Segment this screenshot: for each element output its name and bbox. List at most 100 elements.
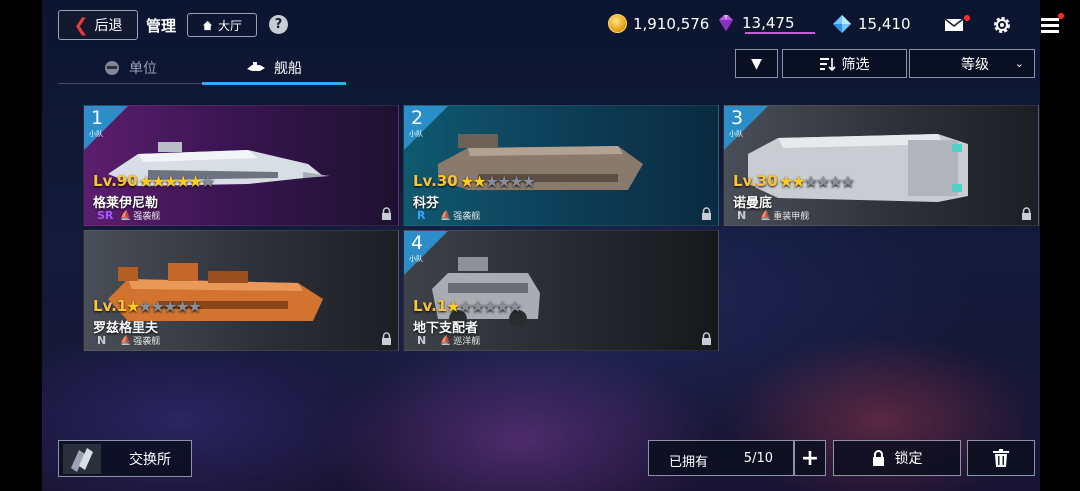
ship-card[interactable]: 1 小队 Lv.90 ★★★★★★ 格莱伊尼勒 SR ⛵ 强袭舰 <box>83 105 399 226</box>
star-empty-icon: ★ <box>828 172 842 191</box>
gold-coin-icon <box>608 14 627 33</box>
chevron-down-icon: ⌄ <box>1014 57 1024 70</box>
filter-label: 筛选 <box>841 56 870 73</box>
star-filled-icon: ★ <box>791 172 805 191</box>
ship-card[interactable]: 4 小队 Lv.1 ★★★★★★ 地下支配者 N ⛵ 巡洋舰 <box>403 230 719 351</box>
ship-management-screen: ❮ 后退 管理 大厅 ? 1,910,576 13,475 15,410 单位 … <box>0 0 1080 491</box>
star-filled-icon: ★ <box>460 172 474 191</box>
delete-button[interactable] <box>967 440 1035 476</box>
ship-image <box>438 134 643 190</box>
ship-icon <box>247 62 265 71</box>
star-empty-icon: ★ <box>458 297 472 316</box>
ship-card[interactable]: 2 小队 Lv.30 ★★★★★★ 科芬 R ⛵ 强袭舰 <box>403 105 719 226</box>
star-empty-icon: ★ <box>150 297 165 316</box>
back-chevron-icon: ❮ <box>73 14 89 36</box>
sort-order-button[interactable]: ▼ <box>735 49 778 78</box>
star-rating: ★★★★★★ <box>446 297 522 316</box>
tab-units-label: 单位 <box>129 61 157 77</box>
star-filled-icon: ★ <box>126 297 140 316</box>
mail-alert-dot <box>964 15 970 21</box>
rarity-badge: N <box>97 334 107 347</box>
lock-icon[interactable] <box>701 332 712 345</box>
crystal-underline <box>745 32 815 34</box>
category-tabs: 单位 舰船 <box>58 54 346 85</box>
tab-units[interactable]: 单位 <box>58 54 202 82</box>
star-empty-icon: ★ <box>175 297 189 316</box>
exchange-button[interactable]: 交换所 <box>58 440 192 477</box>
star-filled-icon: ★ <box>151 172 165 191</box>
ship-level: Lv.30 <box>413 172 458 190</box>
ship-type: ⛵ 强袭舰 <box>120 334 161 348</box>
star-filled-icon: ★ <box>779 172 793 191</box>
star-empty-icon: ★ <box>521 172 536 191</box>
star-filled-icon: ★ <box>163 172 178 191</box>
help-button[interactable]: ? <box>269 15 288 34</box>
back-button[interactable]: ❮ 后退 <box>58 10 138 40</box>
blue-diamond-icon <box>833 15 851 33</box>
owned-count: 5/10 <box>743 451 773 466</box>
plus-icon: + <box>800 445 820 471</box>
ship-image <box>748 134 968 202</box>
owned-capacity: 已拥有 5/10 <box>648 440 794 476</box>
rarity-badge: N <box>737 209 747 222</box>
star-empty-icon: ★ <box>840 172 855 191</box>
ship-type-label: 强袭舰 <box>133 337 161 347</box>
ship-image <box>108 142 330 186</box>
star-empty-icon: ★ <box>163 297 177 316</box>
star-rating: ★★★★★★ <box>779 172 855 191</box>
tab-ships[interactable]: 舰船 <box>202 54 346 85</box>
lobby-label: 大厅 <box>217 18 242 33</box>
sort-by-dropdown[interactable]: 等级 ⌄ <box>909 49 1035 78</box>
ship-type: ⛵ 重装甲舰 <box>760 209 809 223</box>
star-empty-icon: ★ <box>200 172 215 191</box>
rarity-badge: R <box>417 209 426 222</box>
lock-icon[interactable] <box>1021 207 1032 220</box>
mail-icon[interactable] <box>944 15 964 35</box>
crystal-counter[interactable]: 13,475 <box>716 14 795 32</box>
gold-counter[interactable]: 1,910,576 <box>608 14 709 33</box>
star-filled-icon: ★ <box>188 172 202 191</box>
ship-level: Lv.30 <box>733 172 778 190</box>
gear-icon[interactable] <box>992 15 1012 35</box>
star-empty-icon: ★ <box>483 297 497 316</box>
lobby-button[interactable]: 大厅 <box>187 13 257 37</box>
filter-icon <box>819 57 836 71</box>
exchange-label: 交换所 <box>129 451 171 468</box>
rarity-badge: N <box>417 334 427 347</box>
ship-class-icon: ⛵ <box>440 210 452 221</box>
ship-card[interactable]: 3 小队 Lv.30 ★★★★★★ 诺曼底 N ⛵ 重装甲舰 <box>723 105 1039 226</box>
star-empty-icon: ★ <box>470 297 485 316</box>
diamond-counter[interactable]: 15,410 <box>832 14 911 34</box>
star-empty-icon: ★ <box>187 297 202 316</box>
lock-icon[interactable] <box>381 207 392 220</box>
ship-type-label: 巡洋舰 <box>453 337 481 347</box>
unit-icon <box>105 61 119 75</box>
star-filled-icon: ★ <box>139 172 153 191</box>
ship-card[interactable]: Lv.1 ★★★★★★ 罗兹格里夫 N ⛵ 强袭舰 <box>83 230 399 351</box>
diamond-amount: 15,410 <box>858 15 911 33</box>
caret-down-icon: ▼ <box>751 55 762 72</box>
ship-type-label: 强袭舰 <box>453 212 481 222</box>
exchange-card-icon <box>63 444 101 474</box>
top-bar: ❮ 后退 管理 大厅 ? 1,910,576 13,475 15,410 <box>42 0 1064 50</box>
sort-by-label: 等级 <box>961 56 989 73</box>
ship-level: Lv.90 <box>93 172 138 190</box>
lock-button[interactable]: 锁定 <box>833 440 961 476</box>
star-rating: ★★★★★★ <box>460 172 536 191</box>
star-empty-icon: ★ <box>816 172 830 191</box>
ship-level: Lv.1 <box>93 297 128 315</box>
menu-icon[interactable] <box>1040 15 1060 35</box>
lock-icon[interactable] <box>701 207 712 220</box>
lock-icon[interactable] <box>381 332 392 345</box>
expand-capacity-button[interactable]: + <box>794 440 826 476</box>
filter-button[interactable]: 筛选 <box>782 49 907 78</box>
home-icon <box>202 20 213 30</box>
ship-class-icon: ⛵ <box>120 210 132 221</box>
ship-type: ⛵ 强袭舰 <box>120 209 160 223</box>
tabs-divider <box>58 83 346 84</box>
padlock-icon <box>872 450 884 466</box>
page-title: 管理 <box>146 17 177 35</box>
star-empty-icon: ★ <box>509 172 523 191</box>
lock-label: 锁定 <box>894 451 923 467</box>
gold-amount: 1,910,576 <box>633 14 710 33</box>
